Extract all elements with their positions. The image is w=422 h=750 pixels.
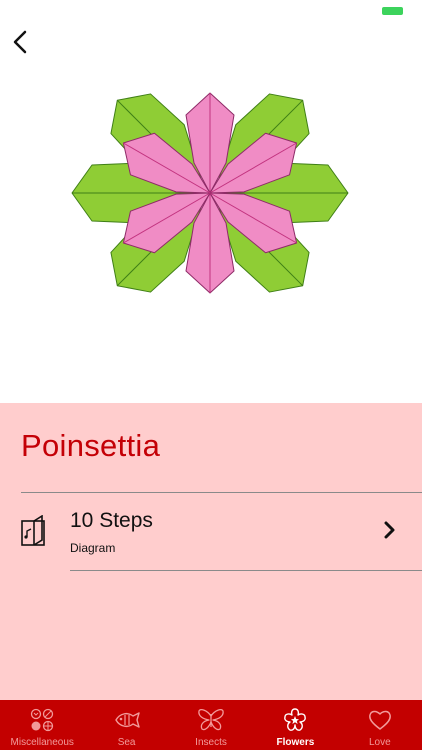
heart-icon [368, 710, 391, 730]
tab-bar: Miscellaneous Sea Insects Flowers Love [0, 700, 422, 750]
chevron-right-icon [384, 521, 395, 539]
fish-icon [114, 712, 140, 728]
flower-icon [284, 708, 307, 731]
tab-label: Sea [117, 737, 136, 748]
tab-label: Insects [195, 737, 227, 748]
tab-love[interactable]: Love [338, 700, 422, 750]
back-button[interactable] [8, 28, 32, 56]
steps-type: Diagram [70, 541, 116, 555]
poinsettia-image [71, 92, 349, 294]
tab-flowers[interactable]: Flowers [253, 700, 337, 750]
divider [70, 570, 422, 571]
shapes-icon [31, 708, 54, 732]
tab-insects[interactable]: Insects [169, 700, 253, 750]
model-title: Poinsettia [21, 428, 161, 463]
tab-miscellaneous[interactable]: Miscellaneous [0, 700, 84, 750]
tab-label: Love [368, 737, 391, 748]
tab-label: Miscellaneous [10, 737, 74, 748]
diagram-book-icon [21, 515, 45, 546]
steps-row[interactable]: 10 Steps Diagram [0, 493, 422, 570]
tab-label: Flowers [276, 737, 315, 748]
butterfly-icon [198, 709, 224, 731]
steps-count: 10 Steps [70, 509, 153, 532]
chevron-left-icon [13, 30, 27, 54]
model-illustration [0, 0, 422, 403]
tab-sea[interactable]: Sea [84, 700, 168, 750]
